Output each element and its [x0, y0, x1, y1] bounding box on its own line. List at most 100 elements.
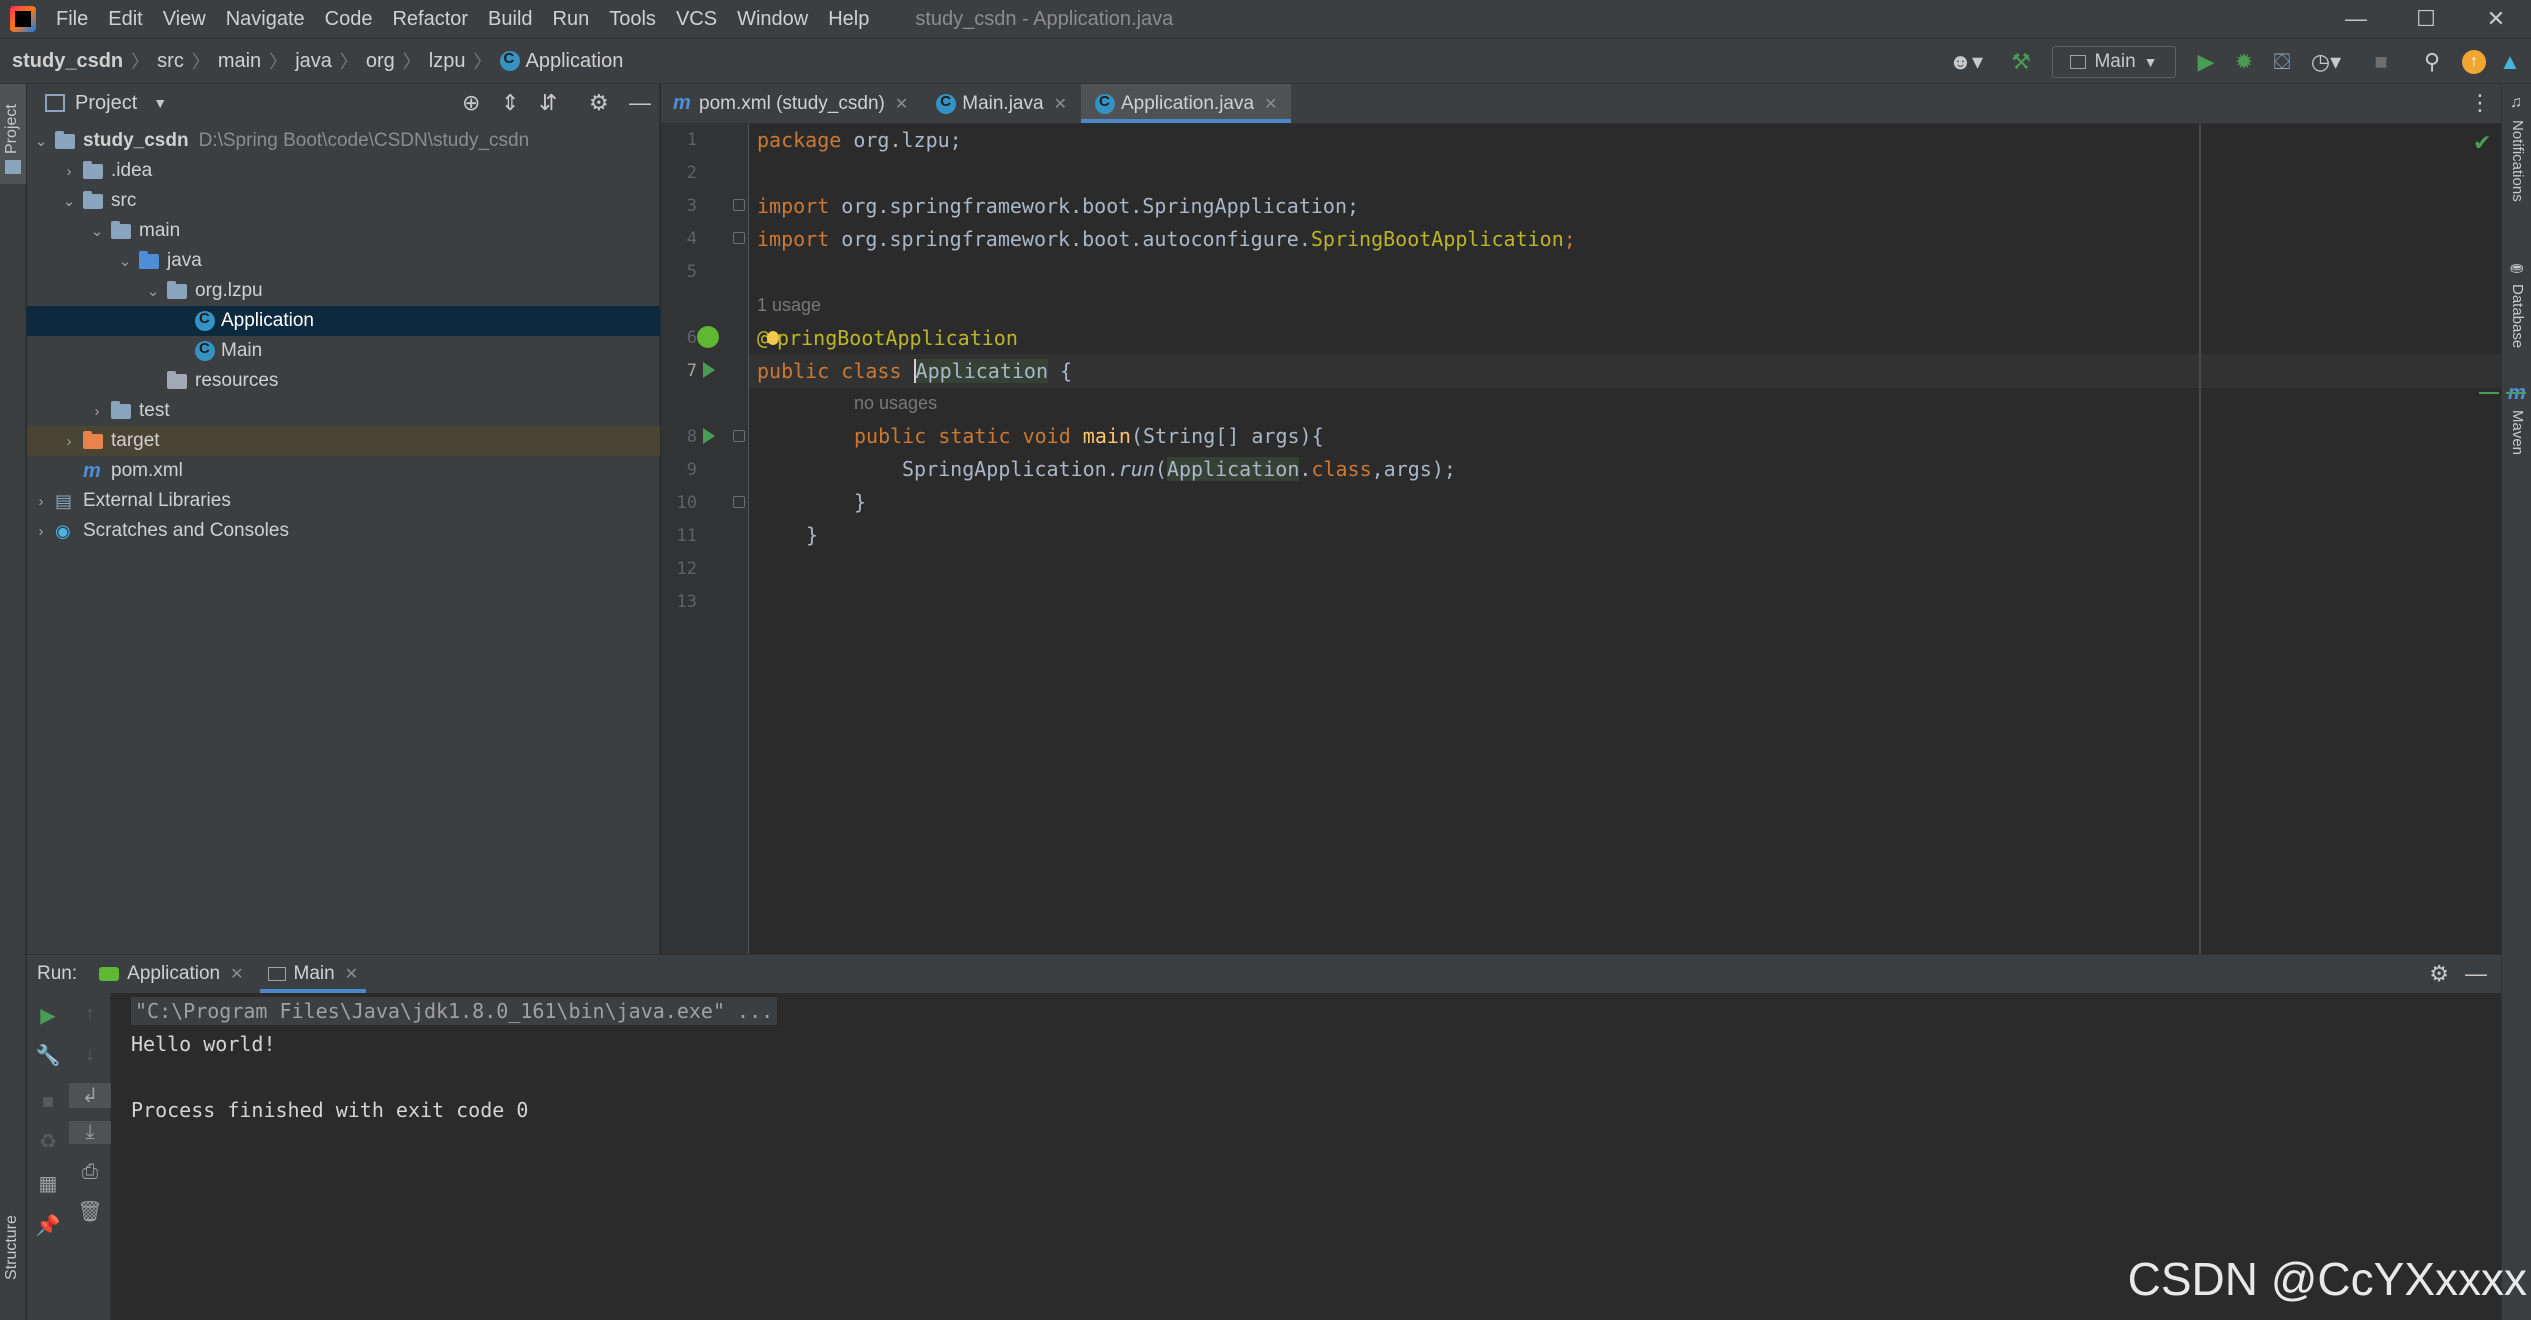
- chevron-right-icon[interactable]: ›: [33, 523, 49, 540]
- tree-item-main[interactable]: ⌄ main: [27, 216, 660, 246]
- tree-item-resources[interactable]: resources: [27, 366, 660, 396]
- tree-item-org-lzpu[interactable]: ⌄ org.lzpu: [27, 276, 660, 306]
- breadcrumb-src[interactable]: src: [157, 50, 184, 73]
- user-icon[interactable]: ☻▾: [1946, 46, 1986, 78]
- tree-item-application[interactable]: Application: [27, 306, 660, 336]
- search-icon[interactable]: ⚲: [2414, 46, 2450, 78]
- menu-navigate[interactable]: Navigate: [226, 8, 305, 31]
- tree-item-idea[interactable]: › .idea: [27, 156, 660, 186]
- menu-file[interactable]: File: [56, 8, 88, 31]
- chevron-down-icon[interactable]: ⌄: [33, 132, 49, 150]
- chevron-down-icon[interactable]: ⌄: [89, 222, 105, 240]
- fold-marker-icon[interactable]: [733, 496, 745, 508]
- collapse-all-icon[interactable]: ⇵: [539, 90, 557, 116]
- tab-main-java[interactable]: Main.java ✕: [922, 84, 1081, 123]
- tab-pom-xml[interactable]: m pom.xml (study_csdn) ✕: [661, 84, 922, 123]
- close-icon[interactable]: ✕: [2461, 0, 2531, 38]
- run-tab-main[interactable]: Main ✕: [256, 955, 371, 993]
- intellij-logo-icon[interactable]: [10, 6, 36, 32]
- close-icon[interactable]: ✕: [1054, 94, 1067, 114]
- close-icon[interactable]: ✕: [230, 964, 243, 984]
- code-line-1[interactable]: package org.lzpu;: [757, 128, 962, 152]
- maven-tool-button[interactable]: m Maven: [2502, 382, 2531, 472]
- code-line-9[interactable]: SpringApplication.run(Application.class,…: [902, 457, 1456, 481]
- menu-view[interactable]: View: [163, 8, 206, 31]
- fold-marker-icon[interactable]: [733, 199, 745, 211]
- run-tab-application[interactable]: Application ✕: [87, 955, 255, 993]
- more-tabs-icon[interactable]: ⋮: [2469, 90, 2491, 116]
- locate-icon[interactable]: ⊕: [462, 90, 480, 116]
- structure-tool-button[interactable]: Structure: [0, 1174, 26, 1304]
- project-tool-button[interactable]: Project: [0, 84, 26, 184]
- tree-item-target[interactable]: › target: [27, 426, 660, 456]
- breadcrumb-project[interactable]: study_csdn: [12, 50, 123, 73]
- scroll-to-end-icon[interactable]: ⤓: [69, 1121, 111, 1144]
- notifications-tool-button[interactable]: ♫ Notifications: [2502, 90, 2531, 230]
- gear-icon[interactable]: ⚙: [589, 90, 609, 116]
- tab-application-java[interactable]: Application.java ✕: [1080, 84, 1292, 123]
- close-icon[interactable]: ✕: [1264, 94, 1277, 114]
- class-name-Application[interactable]: Application: [913, 359, 1048, 383]
- run-config-selector[interactable]: Main ▼: [2052, 46, 2176, 78]
- wrench-icon[interactable]: 🔧: [27, 1043, 69, 1068]
- menu-window[interactable]: Window: [737, 8, 808, 31]
- menu-build[interactable]: Build: [488, 8, 532, 31]
- chevron-down-icon[interactable]: ⌄: [117, 252, 133, 270]
- menu-edit[interactable]: Edit: [108, 8, 142, 31]
- debug-icon[interactable]: ✹: [2228, 46, 2260, 78]
- coverage-icon[interactable]: ⛋: [2266, 46, 2298, 78]
- rerun-icon[interactable]: ▶: [27, 1003, 69, 1028]
- spring-bean-icon[interactable]: [697, 326, 719, 348]
- run-icon[interactable]: ▶: [2190, 46, 2222, 78]
- tree-item-study-csdn[interactable]: ⌄ study_csdn D:\Spring Boot\code\CSDN\st…: [27, 126, 660, 156]
- breadcrumb-org[interactable]: org: [366, 50, 395, 73]
- breadcrumb-java[interactable]: java: [295, 50, 332, 73]
- chevron-right-icon[interactable]: ›: [61, 433, 77, 450]
- gear-icon[interactable]: ⚙: [2429, 961, 2449, 987]
- hide-panel-icon[interactable]: —: [629, 90, 651, 116]
- profiler-icon[interactable]: ◷▾: [2304, 46, 2348, 78]
- soft-wrap-icon[interactable]: ↲: [69, 1083, 111, 1108]
- menu-code[interactable]: Code: [325, 8, 373, 31]
- tree-item-scratches[interactable]: › ◉ Scratches and Consoles: [27, 516, 660, 546]
- project-view-label[interactable]: Project: [75, 92, 137, 115]
- tree-item-java[interactable]: ⌄ java: [27, 246, 660, 276]
- code-line-10[interactable]: }: [854, 490, 866, 514]
- maximize-icon[interactable]: ☐: [2391, 0, 2461, 38]
- menu-run[interactable]: Run: [553, 8, 590, 31]
- breadcrumb-application[interactable]: Application: [499, 50, 623, 73]
- update-icon[interactable]: ↑: [2456, 46, 2492, 78]
- hide-panel-icon[interactable]: —: [2465, 961, 2487, 987]
- breadcrumb-main[interactable]: main: [218, 50, 261, 73]
- run-gutter-icon[interactable]: [703, 362, 715, 378]
- database-tool-button[interactable]: ⛂ Database: [2502, 254, 2531, 364]
- usage-hint[interactable]: 1 usage: [757, 295, 821, 316]
- chevron-right-icon[interactable]: ›: [61, 163, 77, 180]
- print-icon[interactable]: ⎙: [69, 1161, 111, 1184]
- minimize-icon[interactable]: —: [2321, 0, 2391, 38]
- menu-vcs[interactable]: VCS: [676, 8, 717, 31]
- inspection-ok-icon[interactable]: ✔: [2473, 130, 2491, 156]
- menu-help[interactable]: Help: [828, 8, 869, 31]
- breadcrumb-lzpu[interactable]: lzpu: [429, 50, 466, 73]
- fold-marker-icon[interactable]: [733, 430, 745, 442]
- code-line-6[interactable]: @ pringBootApplication: [757, 326, 1018, 350]
- expand-all-icon[interactable]: ⇕: [501, 90, 519, 116]
- run-gutter-icon[interactable]: [703, 428, 715, 444]
- code-line-3[interactable]: import org.springframework.boot.SpringAp…: [757, 194, 1359, 218]
- chevron-down-icon[interactable]: ⌄: [61, 192, 77, 210]
- fold-marker-icon[interactable]: [733, 232, 745, 244]
- layout-icon[interactable]: ▦: [27, 1171, 69, 1196]
- close-icon[interactable]: ✕: [345, 964, 358, 984]
- code-line-4[interactable]: import org.springframework.boot.autoconf…: [757, 227, 1576, 251]
- toolbox-icon[interactable]: ▲: [2492, 46, 2528, 78]
- tree-item-src[interactable]: ⌄ src: [27, 186, 660, 216]
- code-line-11[interactable]: }: [806, 523, 818, 547]
- tree-item-main-class[interactable]: Main: [27, 336, 660, 366]
- menu-refactor[interactable]: Refactor: [392, 8, 468, 31]
- tree-item-test[interactable]: › test: [27, 396, 660, 426]
- chevron-down-icon[interactable]: ▼: [153, 95, 167, 111]
- chevron-down-icon[interactable]: ⌄: [145, 282, 161, 300]
- close-icon[interactable]: ✕: [895, 94, 908, 114]
- code-line-7[interactable]: public class Application {: [757, 359, 1072, 383]
